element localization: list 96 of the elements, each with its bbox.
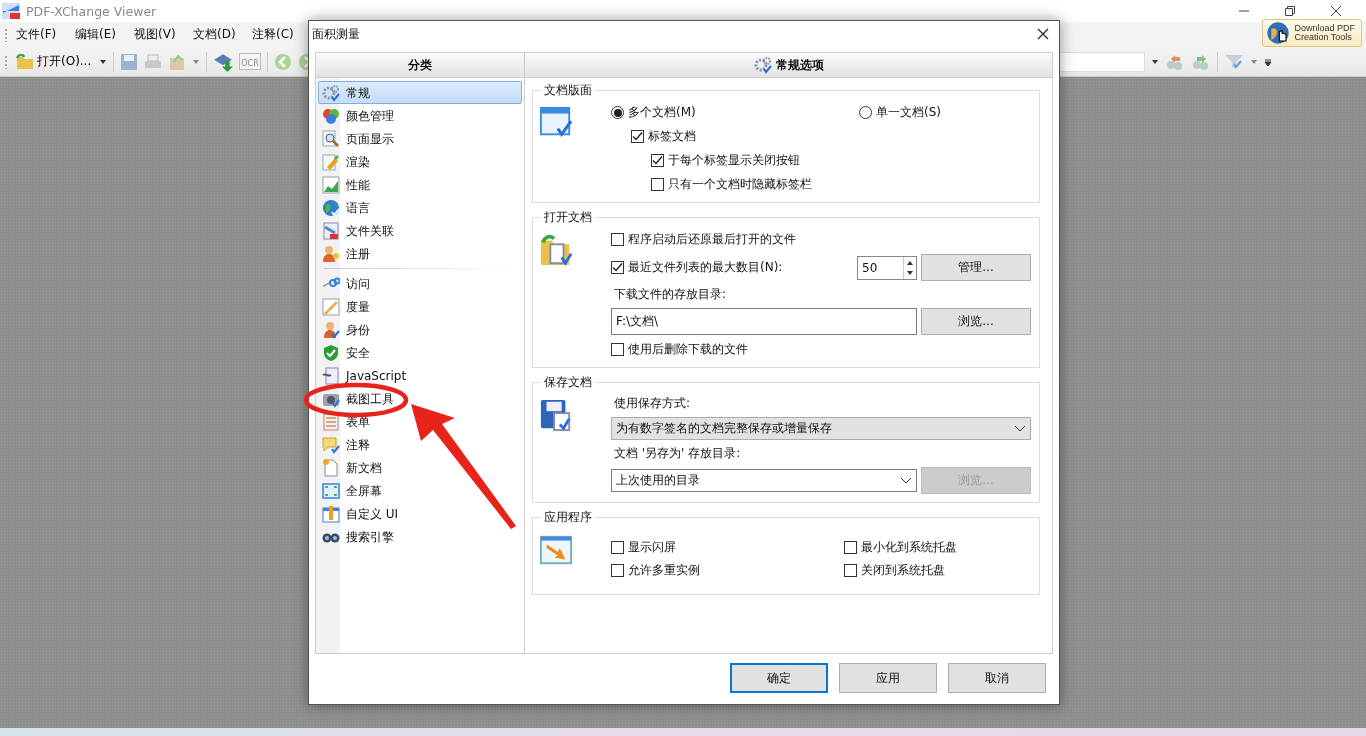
category-item[interactable]: 颜色管理 <box>318 104 522 127</box>
document-icon <box>322 221 340 240</box>
dropdown-caret-icon[interactable] <box>1151 57 1159 66</box>
category-item[interactable]: 搜索引擎 <box>318 525 522 548</box>
category-item[interactable]: 表单 <box>318 410 522 433</box>
shield-icon <box>322 343 340 362</box>
group-title: 保存文档 <box>543 374 593 391</box>
package-icon[interactable] <box>168 52 187 71</box>
field-label: 文档 '另存为' 存放目录: <box>614 445 742 462</box>
column-header: 分类 <box>316 53 524 78</box>
category-item[interactable]: JavaScript <box>318 364 522 387</box>
radio-button[interactable]: 多个文档(M) <box>611 103 696 122</box>
checkbox[interactable]: 显示闪屏 <box>611 538 844 557</box>
restore-icon[interactable] <box>1284 5 1296 17</box>
gears-icon <box>322 83 340 102</box>
check-mark-icon <box>651 154 664 167</box>
dropdown-caret-icon[interactable] <box>99 57 108 66</box>
new-document-icon <box>322 458 340 477</box>
category-item[interactable]: 度量 <box>318 295 522 318</box>
checkbox[interactable]: 只有一个文档时隐藏标签栏 <box>651 175 1031 194</box>
dropdown[interactable]: 上次使用的目录 <box>611 469 917 492</box>
funnel-icon[interactable] <box>1224 52 1244 71</box>
folder-documents-icon <box>539 233 573 267</box>
dropdown[interactable]: 为有数字签名的文档完整保存或增量保存 <box>611 417 1031 440</box>
person-icon <box>322 320 340 339</box>
menu-item[interactable]: 注释(C) <box>252 26 311 43</box>
category-item[interactable]: 页面显示 <box>318 127 522 150</box>
menu-item[interactable]: 文档(D) <box>193 26 252 43</box>
brush-icon <box>322 152 340 171</box>
radio-button[interactable]: 单一文档(S) <box>859 103 941 122</box>
close-icon[interactable] <box>1330 5 1342 17</box>
check-mark-icon <box>631 130 644 143</box>
checkbox[interactable]: 最小化到系统托盘 <box>844 538 1031 557</box>
field-label: 下载文件的存放目录: <box>614 286 728 303</box>
globe-icon <box>322 198 340 217</box>
chart-icon <box>322 175 340 194</box>
close-icon[interactable] <box>1037 28 1049 40</box>
floppy-documents-icon <box>539 398 573 432</box>
speech-bubble-icon <box>322 435 340 454</box>
overflow-caret-icon[interactable] <box>1264 56 1272 67</box>
app-logo-icon <box>2 3 20 19</box>
category-item[interactable]: 渲染 <box>318 150 522 173</box>
category-item[interactable]: 截图工具 <box>318 387 522 410</box>
check-mark-icon <box>611 261 624 274</box>
category-item[interactable]: 新文档 <box>318 456 522 479</box>
category-item[interactable]: 注释 <box>318 433 522 456</box>
checkbox[interactable]: 关闭到系统托盘 <box>844 561 1031 580</box>
checkbox[interactable]: 标签文档 <box>631 127 1031 146</box>
script-icon <box>322 366 340 385</box>
link-arrow-right-icon[interactable] <box>1191 52 1211 71</box>
open-button[interactable]: 打开(O)... <box>14 53 94 70</box>
magnifier-icon <box>322 129 340 148</box>
category-item[interactable]: 文件关联 <box>318 219 522 242</box>
group-title: 打开文档 <box>543 209 593 226</box>
checkbox[interactable]: 允许多重实例 <box>611 561 844 580</box>
group-title: 文档版面 <box>543 82 593 99</box>
screen-icon <box>322 481 340 500</box>
menu-item[interactable]: 视图(V) <box>134 26 193 43</box>
ruler-icon <box>322 297 340 316</box>
folder-path-field[interactable]: F:\文档\ <box>611 308 917 335</box>
category-item[interactable]: 自定义 UI <box>318 502 522 525</box>
checkbox[interactable]: 最近文件列表的最大数目(N): <box>611 258 853 277</box>
chevron-down-icon <box>900 476 912 485</box>
panel-title: 常规选项 <box>775 56 824 74</box>
folder-icon <box>16 53 34 70</box>
window-brush-icon <box>322 504 340 523</box>
color-circles-icon <box>322 106 340 125</box>
category-item[interactable]: 注册 <box>318 242 522 265</box>
category-item[interactable]: 身份 <box>318 318 522 341</box>
category-item[interactable]: 访问 <box>318 272 522 295</box>
dialog-button[interactable]: 取消 <box>948 663 1046 693</box>
checkbox[interactable]: 程序启动后还原最后打开的文件 <box>611 230 1031 249</box>
checkbox[interactable]: 于每个标签显示关闭按钮 <box>651 151 1031 170</box>
category-item[interactable]: 常规 <box>318 81 522 104</box>
dialog-button[interactable]: 确定 <box>730 663 828 693</box>
globe-hand-icon <box>1266 21 1291 45</box>
group-title: 应用程序 <box>543 509 593 526</box>
gears-icon <box>753 56 772 74</box>
dialog-button[interactable]: 应用 <box>839 663 937 693</box>
category-item[interactable]: 语言 <box>318 196 522 219</box>
app-title: PDF-XChange Viewer <box>26 3 157 19</box>
menu-item[interactable]: 编辑(E) <box>75 26 134 43</box>
chevron-down-icon <box>1014 424 1026 433</box>
category-item[interactable]: 性能 <box>318 173 522 196</box>
manage-button[interactable]: 管理... <box>921 254 1031 281</box>
checkbox[interactable]: 使用后删除下载的文件 <box>611 340 1031 359</box>
menu-item[interactable]: 文件(F) <box>16 26 75 43</box>
dialog-title: 面积测量 <box>312 25 360 43</box>
ocr-icon[interactable]: OCR <box>239 53 261 70</box>
download-button[interactable]: Download PDF Creation Tools <box>1262 19 1362 47</box>
category-item[interactable]: 全屏幕 <box>318 479 522 502</box>
field-label: 使用保存方式: <box>614 395 692 412</box>
window-check-icon <box>539 106 573 140</box>
category-item[interactable]: 安全 <box>318 341 522 364</box>
person-key-icon <box>322 244 340 263</box>
browse-button[interactable]: 浏览... <box>921 308 1031 335</box>
